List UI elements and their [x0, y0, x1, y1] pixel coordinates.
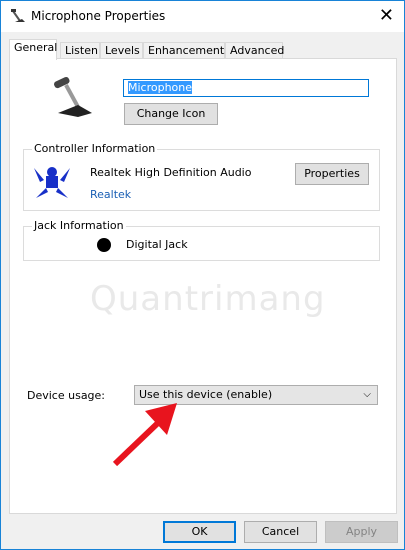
- device-usage-label: Device usage:: [27, 389, 106, 402]
- jack-name: Digital Jack: [126, 238, 188, 251]
- tab-enhancements[interactable]: Enhancements: [143, 42, 230, 59]
- realtek-link[interactable]: Realtek: [90, 188, 131, 201]
- title-bar: Microphone Properties ✕: [1, 1, 404, 32]
- window-title: Microphone Properties: [31, 9, 166, 23]
- microphone-properties-dialog: Microphone Properties ✕ General Listen L…: [0, 0, 405, 550]
- tab-levels[interactable]: Levels: [100, 42, 143, 59]
- tab-general[interactable]: General: [9, 39, 57, 60]
- jack-information-group: Jack Information Digital Jack: [23, 219, 380, 261]
- change-icon-button[interactable]: Change Icon: [124, 103, 218, 125]
- apply-button[interactable]: Apply: [325, 521, 398, 543]
- realtek-logo-icon: [34, 167, 70, 198]
- jack-heading: Jack Information: [32, 219, 126, 232]
- controller-name: Realtek High Definition Audio: [90, 166, 252, 179]
- watermark: Quantrimang: [90, 279, 326, 319]
- general-tab-pane: Quantrimang Microphone Change Icon Contr…: [9, 58, 397, 514]
- tab-advanced[interactable]: Advanced: [225, 42, 284, 59]
- tab-listen[interactable]: Listen: [60, 42, 100, 59]
- microphone-device-icon: [54, 76, 92, 117]
- red-arrow-annotation: [112, 403, 177, 467]
- controller-information-group: Controller Information Realtek High Defi…: [23, 142, 380, 211]
- controller-heading: Controller Information: [32, 142, 158, 155]
- cancel-button[interactable]: Cancel: [244, 521, 317, 543]
- chevron-down-icon: ⌵: [363, 389, 371, 400]
- device-name-input[interactable]: Microphone: [123, 79, 369, 97]
- properties-button[interactable]: Properties: [295, 163, 369, 185]
- ok-button[interactable]: OK: [163, 521, 236, 543]
- close-icon[interactable]: ✕: [379, 5, 394, 26]
- microphone-icon: [11, 9, 25, 22]
- jack-color-icon: [97, 238, 111, 252]
